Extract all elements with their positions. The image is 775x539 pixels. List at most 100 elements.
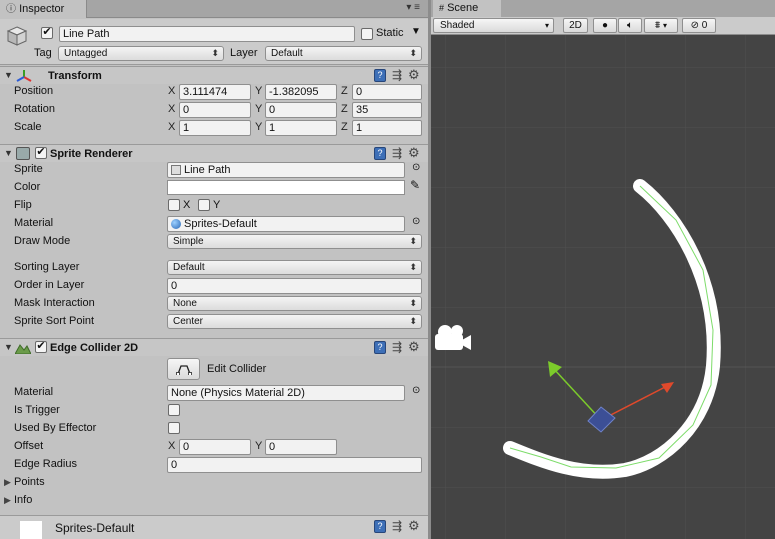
gear-icon[interactable]: ⚙ xyxy=(408,339,420,355)
physics-material-field[interactable]: None (Physics Material 2D) xyxy=(167,385,405,401)
order-in-layer-field[interactable]: 0 xyxy=(167,278,422,294)
toggle-2d-button[interactable]: 2D xyxy=(563,18,588,33)
dropdown-arrow-icon: ▾ xyxy=(663,21,668,30)
help-book-icon[interactable]: ? xyxy=(374,341,386,354)
tag-dropdown[interactable]: Untagged xyxy=(58,46,224,61)
preset-sliders-icon[interactable]: ⇶ xyxy=(392,340,402,354)
component-tools: ? ⇶ ⚙ xyxy=(374,518,424,534)
gear-icon[interactable]: ⚙ xyxy=(408,145,420,161)
inspector-menu-button[interactable]: ▾ ≡ xyxy=(406,2,420,13)
preset-sliders-icon[interactable]: ⇶ xyxy=(392,68,402,82)
object-picker-icon[interactable]: ⊙ xyxy=(412,162,420,173)
static-dropdown-arrow-icon[interactable]: ▼ xyxy=(411,26,421,37)
axis-z-label[interactable]: Z xyxy=(341,121,348,133)
shading-mode-dropdown[interactable]: Shaded ▾ xyxy=(433,18,554,33)
expand-triangle-icon[interactable]: ▼ xyxy=(4,70,13,80)
scale-y-field[interactable]: 1 xyxy=(265,120,337,136)
sorting-layer-label: Sorting Layer xyxy=(14,261,80,273)
used-by-effector-checkbox[interactable] xyxy=(168,422,180,434)
tag-label: Tag xyxy=(34,47,52,59)
color-label: Color xyxy=(14,181,41,193)
scale-label: Scale xyxy=(14,121,42,133)
help-book-icon[interactable]: ? xyxy=(374,147,386,160)
is-trigger-checkbox[interactable] xyxy=(168,404,180,416)
rotation-z-field[interactable]: 35 xyxy=(352,102,422,118)
effects-dropdown-button[interactable]: ⩩ ▾ xyxy=(644,18,678,33)
flip-y-checkbox[interactable] xyxy=(198,199,210,211)
axis-z-label[interactable]: Z xyxy=(341,103,348,115)
audio-toggle-button[interactable]: 🔈︎ xyxy=(618,18,642,33)
expand-triangle-icon[interactable]: ▶ xyxy=(4,477,11,488)
scale-x-field[interactable]: 1 xyxy=(179,120,251,136)
tab-inspector[interactable]: ⓘ Inspector xyxy=(0,0,87,18)
rotation-y-field[interactable]: 0 xyxy=(265,102,337,118)
flip-x-checkbox[interactable] xyxy=(168,199,180,211)
info-foldout[interactable]: Info xyxy=(14,494,32,506)
static-checkbox[interactable] xyxy=(361,28,373,40)
rotation-x-field[interactable]: 0 xyxy=(179,102,251,118)
axis-x-label[interactable]: X xyxy=(168,103,175,115)
axis-x-label[interactable]: X xyxy=(168,121,175,133)
sorting-layer-dropdown[interactable]: Default xyxy=(167,260,422,275)
axis-y-label[interactable]: Y xyxy=(255,440,262,452)
gear-icon[interactable]: ⚙ xyxy=(408,518,420,534)
layer-dropdown[interactable]: Default xyxy=(265,46,422,61)
preset-sliders-icon[interactable]: ⇶ xyxy=(392,146,402,160)
object-name-field[interactable]: Line Path xyxy=(59,26,355,42)
sprite-renderer-enabled-checkbox[interactable] xyxy=(35,147,47,159)
axis-y-label[interactable]: Y xyxy=(255,103,262,115)
axis-z-label[interactable]: Z xyxy=(341,85,348,97)
material-sphere-icon xyxy=(171,219,181,229)
object-picker-icon[interactable]: ⊙ xyxy=(412,216,420,227)
edge-radius-field[interactable]: 0 xyxy=(167,457,422,473)
help-book-icon[interactable]: ? xyxy=(374,520,386,533)
eyedropper-icon[interactable]: ✎ xyxy=(410,178,420,192)
position-y-field[interactable]: -1.382095 xyxy=(265,84,337,100)
position-x-field[interactable]: 3.111474 xyxy=(179,84,251,100)
material-preview-thumbnail xyxy=(20,521,42,539)
position-z-field[interactable]: 0 xyxy=(352,84,422,100)
edge-collider-enabled-checkbox[interactable] xyxy=(35,341,47,353)
component-tools: ? ⇶ ⚙ xyxy=(374,145,424,161)
rotation-label: Rotation xyxy=(14,103,55,115)
offset-x-field[interactable]: 0 xyxy=(179,439,251,455)
axis-x-label[interactable]: X xyxy=(168,440,175,452)
edit-collider-button[interactable] xyxy=(167,358,200,380)
edit-collider-label: Edit Collider xyxy=(207,363,267,375)
hidden-objects-toggle[interactable]: ⊘ 0 xyxy=(682,18,716,33)
material-object-field[interactable]: Sprites-Default xyxy=(167,216,405,232)
gear-icon[interactable]: ⚙ xyxy=(408,67,420,83)
axis-y-label[interactable]: Y xyxy=(255,85,262,97)
expand-triangle-icon[interactable]: ▼ xyxy=(4,342,13,352)
sprite-object-field[interactable]: Line Path xyxy=(167,162,405,178)
object-picker-icon[interactable]: ⊙ xyxy=(412,385,420,396)
layer-label: Layer xyxy=(230,47,258,59)
expand-triangle-icon[interactable]: ▶ xyxy=(4,495,11,506)
inspector-tab-bar: ⓘ Inspector ▾ ≡ xyxy=(0,0,428,18)
axis-y-label[interactable]: Y xyxy=(255,121,262,133)
mask-interaction-dropdown[interactable]: None xyxy=(167,296,422,311)
effects-layers-icon: ⩩ xyxy=(654,20,661,31)
lighting-toggle-button[interactable]: ● xyxy=(593,18,617,33)
component-tools: ? ⇶ ⚙ xyxy=(374,67,424,83)
transform-header[interactable]: ▼ Transform ? ⇶ ⚙ xyxy=(0,66,428,84)
object-active-checkbox[interactable] xyxy=(41,27,53,39)
transform-title: Transform xyxy=(48,70,102,82)
edge-collider-header[interactable]: ▼ Edge Collider 2D ? ⇶ ⚙ xyxy=(0,338,428,356)
offset-y-field[interactable]: 0 xyxy=(265,439,337,455)
help-book-icon[interactable]: ? xyxy=(374,69,386,82)
axis-x-label[interactable]: X xyxy=(168,85,175,97)
points-foldout[interactable]: Points xyxy=(14,476,45,488)
order-in-layer-label: Order in Layer xyxy=(14,279,85,291)
position-label: Position xyxy=(14,85,54,97)
draw-mode-dropdown[interactable]: Simple xyxy=(167,234,422,249)
scene-view[interactable]: # Scene Shaded ▾ 2D ● 🔈︎ ⩩ ▾ ⊘ 0 xyxy=(431,0,775,539)
sprite-renderer-header[interactable]: ▼ Sprite Renderer ? ⇶ ⚙ xyxy=(0,144,428,162)
scale-z-field[interactable]: 1 xyxy=(352,120,422,136)
color-swatch[interactable] xyxy=(167,180,405,195)
preset-sliders-icon[interactable]: ⇶ xyxy=(392,519,402,533)
sprite-sort-point-dropdown[interactable]: Center xyxy=(167,314,422,329)
expand-triangle-icon[interactable]: ▼ xyxy=(4,148,13,158)
scene-canvas[interactable] xyxy=(431,0,775,539)
tab-scene[interactable]: # Scene xyxy=(433,0,501,17)
